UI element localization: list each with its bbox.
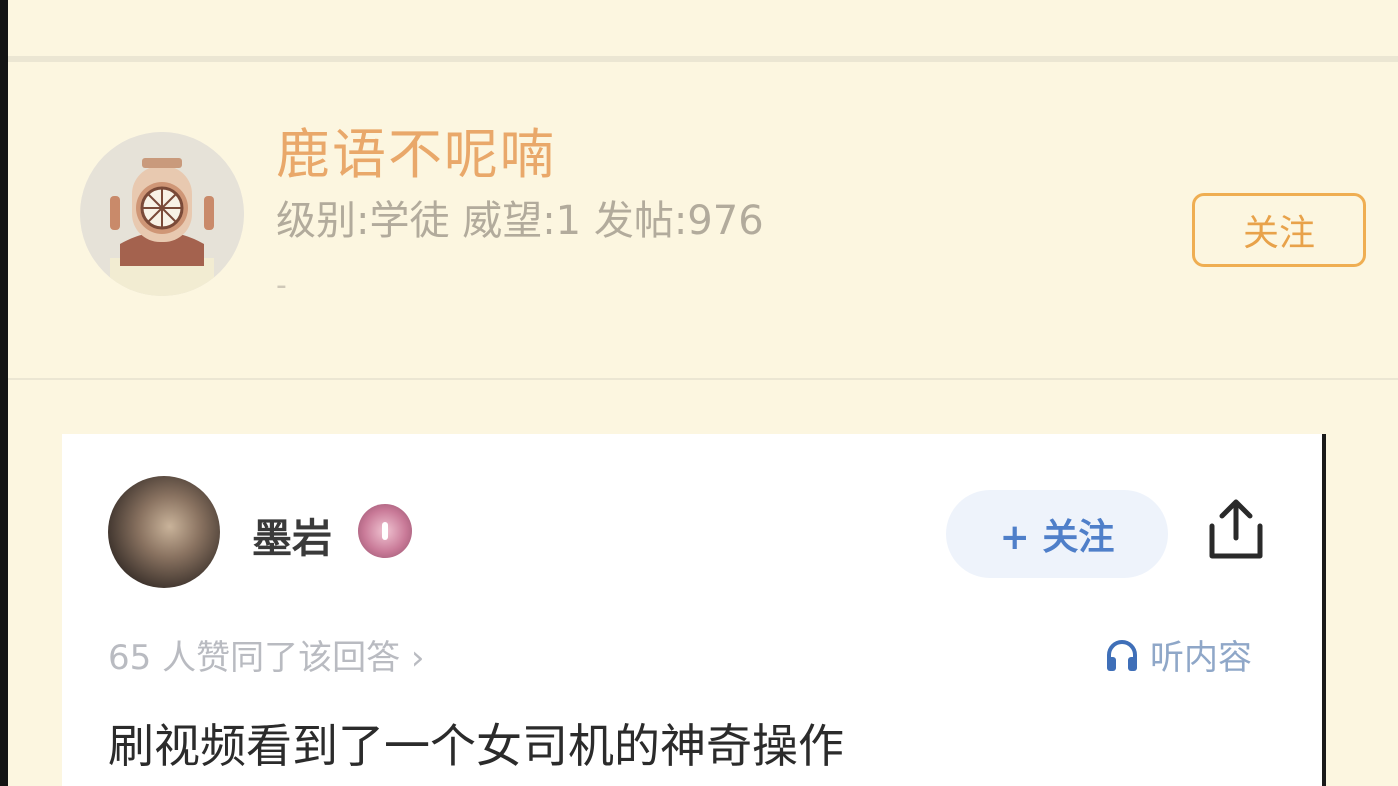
quoted-follow-button[interactable]: + 关注	[946, 490, 1168, 578]
author-stats: 级别:学徒 威望:1 发帖:976	[276, 198, 764, 244]
listen-button[interactable]: 听内容	[1104, 630, 1252, 679]
diving-helmet-avatar	[80, 132, 244, 296]
share-icon[interactable]	[1204, 496, 1268, 562]
likes-count[interactable]: 65 人赞同了该回答 ›	[108, 630, 424, 679]
quoted-answer-card: 墨岩 + 关注 65 人赞同了该回答 › 听内容 刷视频看到了一个女司机的神奇操…	[62, 434, 1324, 786]
left-edge	[0, 0, 8, 786]
quoted-user-avatar[interactable]	[108, 476, 220, 588]
listen-label: 听内容	[1150, 638, 1252, 678]
screen: 鹿语不呢喃 级别:学徒 威望:1 发帖:976 - 关注 墨岩 + 关注 65 …	[0, 0, 1398, 786]
author-signature: -	[276, 268, 287, 303]
author-name[interactable]: 鹿语不呢喃	[276, 110, 556, 189]
answer-text[interactable]: 刷视频看到了一个女司机的神奇操作	[108, 710, 844, 776]
user-badge-icon	[358, 504, 412, 558]
previous-post-strip	[8, 0, 1398, 56]
author-panel: 鹿语不呢喃 级别:学徒 威望:1 发帖:976 - 关注	[8, 62, 1398, 378]
quoted-user-name[interactable]: 墨岩	[252, 506, 332, 564]
headphones-icon	[1107, 639, 1137, 671]
card-edge-line	[1322, 434, 1326, 786]
author-avatar[interactable]	[80, 132, 244, 296]
follow-button[interactable]: 关注	[1192, 193, 1366, 267]
section-divider	[8, 378, 1398, 380]
